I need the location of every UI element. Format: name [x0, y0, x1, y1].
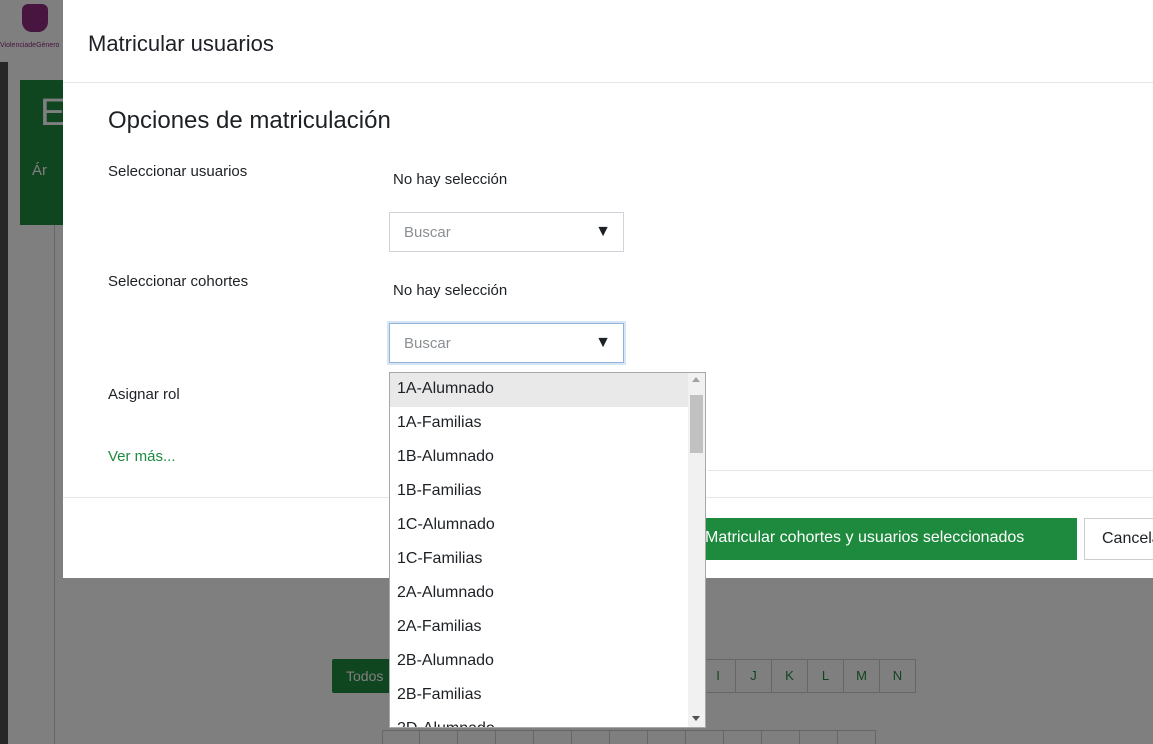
cohort-options: 1A-Alumnado 1A-Familias 1B-Alumnado 1B-Fami…	[390, 373, 705, 727]
modal-header: Matricular usuarios	[63, 0, 1153, 83]
show-more-link[interactable]: Ver más...	[108, 448, 176, 465]
cancel-button[interactable]: Cancelar	[1084, 518, 1153, 560]
cohort-option[interactable]: 2A-Familias	[390, 611, 705, 645]
cohort-option[interactable]: 1A-Familias	[390, 407, 705, 441]
cohort-options-list[interactable]: 1A-Alumnado 1A-Familias 1B-Alumnado 1B-Fami…	[389, 372, 706, 728]
cohort-option[interactable]: 1C-Alumnado	[390, 509, 705, 543]
cohort-option[interactable]: 1A-Alumnado	[390, 373, 705, 407]
divider	[708, 470, 1153, 471]
select-cohorts-placeholder: Buscar	[404, 335, 451, 352]
scroll-down-arrow-icon[interactable]	[692, 716, 700, 721]
dropdown-caret-icon[interactable]: ▼	[595, 334, 611, 352]
select-users-selection: No hay selección	[393, 171, 508, 188]
select-users-search[interactable]: Buscar ▼	[389, 212, 624, 252]
select-users-label: Seleccionar usuarios	[108, 163, 248, 180]
cohort-option[interactable]: 1C-Familias	[390, 543, 705, 577]
dropdown-caret-icon[interactable]: ▼	[595, 223, 611, 241]
select-users-placeholder: Buscar	[404, 224, 451, 241]
scrollbar-thumb[interactable]	[690, 395, 703, 453]
cohort-option[interactable]: 2A-Alumnado	[390, 577, 705, 611]
enrol-selected-button[interactable]: Matricular cohortes y usuarios seleccion…	[699, 518, 1077, 560]
scroll-up-arrow-icon[interactable]	[692, 377, 700, 382]
cohort-option[interactable]: 1B-Familias	[390, 475, 705, 509]
dropdown-scrollbar[interactable]	[688, 373, 705, 727]
select-cohorts-label: Seleccionar cohortes	[108, 273, 249, 290]
cohort-option[interactable]: 2D-Alumnado	[390, 713, 705, 727]
cohort-option[interactable]: 1B-Alumnado	[390, 441, 705, 475]
assign-role-label: Asignar rol	[108, 386, 180, 403]
enrolment-options-heading: Opciones de matriculación	[108, 107, 391, 134]
select-cohorts-selection: No hay selección	[393, 282, 508, 299]
select-cohorts-search[interactable]: Buscar ▼	[389, 323, 624, 363]
cohort-option[interactable]: 2B-Alumnado	[390, 645, 705, 679]
modal-title: Matricular usuarios	[88, 31, 274, 56]
cohort-option[interactable]: 2B-Familias	[390, 679, 705, 713]
